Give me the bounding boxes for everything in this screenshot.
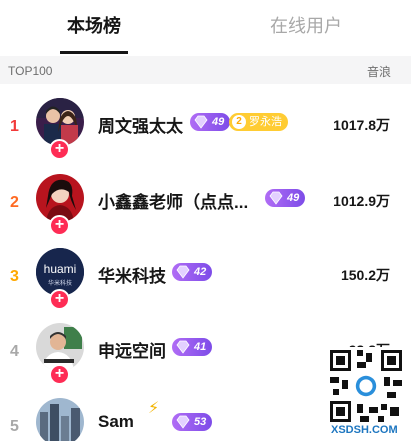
rank-number: 1 [10, 118, 19, 135]
tab-bar: 本场榜 在线用户 [0, 0, 411, 56]
rank-number: 2 [10, 194, 19, 211]
follow-plus-button[interactable]: + [49, 289, 70, 310]
level-badge: 41 [172, 338, 213, 356]
diamond-level-icon [176, 340, 190, 354]
fan-level-number: 2 [232, 115, 246, 129]
follow-plus-button[interactable]: + [49, 215, 70, 236]
user-name: 周文强太太 [98, 117, 183, 136]
svg-text:华米科技: 华米科技 [48, 279, 72, 287]
user-name: 小鑫鑫老师（点点... [98, 193, 249, 212]
level-badge: 49 [190, 113, 231, 131]
diamond-level-icon [176, 265, 190, 279]
ranking-row[interactable]: 3 huami 华米科技 + 华米科技 42 150.2万 [0, 240, 411, 320]
active-tab-indicator [60, 51, 128, 54]
rank-number: 5 [10, 418, 19, 435]
sound-wave-value: 1017.8万 [333, 117, 390, 133]
watermark-caption: XSDSH.COM [331, 424, 398, 436]
follow-plus-button[interactable]: + [49, 364, 70, 385]
qr-code-watermark [327, 347, 405, 425]
user-name: Sam [98, 412, 134, 431]
diamond-level-icon [269, 191, 283, 205]
level-badge: 42 [172, 263, 213, 281]
user-name: 华米科技 [98, 267, 166, 286]
user-avatar[interactable] [36, 398, 84, 441]
level-badge: 49 [265, 189, 306, 207]
user-name: 申远空间 [98, 342, 166, 361]
svg-text:huami: huami [44, 262, 77, 276]
follow-plus-button[interactable]: + [49, 139, 70, 160]
rank-number: 3 [10, 268, 19, 285]
top100-label: TOP100 [8, 64, 53, 78]
diamond-level-icon [194, 115, 208, 129]
avatar-city-icon [36, 398, 84, 441]
sound-wave-label: 音浪 [367, 65, 392, 79]
rank-number: 4 [10, 343, 19, 360]
level-badge: 53 [172, 413, 213, 431]
diamond-level-icon [176, 415, 190, 429]
lightning-icon: ⚡ [148, 400, 160, 417]
ranking-row[interactable]: 2 + 小鑫鑫老师（点点... 49 1012.9万 [0, 166, 411, 246]
sound-wave-value: 1012.9万 [333, 193, 390, 209]
ranking-row[interactable]: 1 + 周文强太太 49 2 罗永浩 1017.8万 [0, 90, 411, 170]
fan-club-badge: 2 罗永浩 [229, 113, 288, 131]
qr-code-icon [327, 347, 405, 425]
sound-wave-value: 150.2万 [340, 267, 390, 283]
tab-online-users[interactable]: 在线用户 [270, 14, 342, 38]
tab-this-session-ranking[interactable]: 本场榜 [67, 14, 121, 38]
ranking-list-header: TOP100 音浪 [0, 56, 411, 84]
